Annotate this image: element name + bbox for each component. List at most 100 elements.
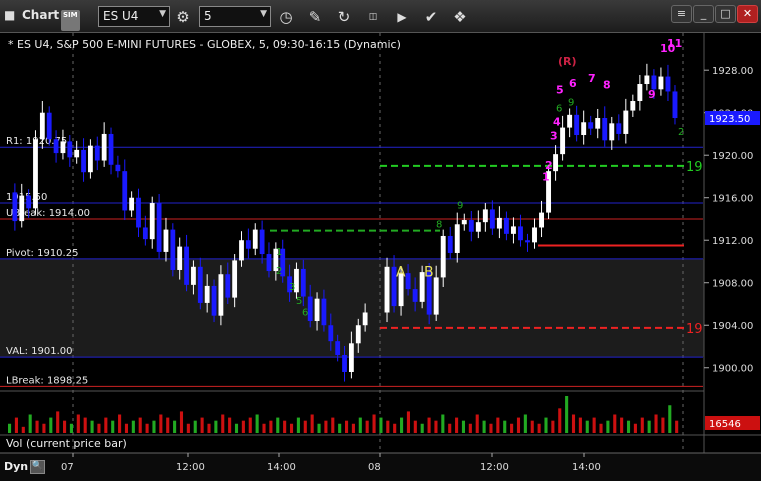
volume-label: Vol (current price bar)	[6, 437, 127, 450]
td-sequential-label: (R)	[558, 55, 577, 68]
title-bar: ■ Chart SIM ES U4 ▼ ⚙ 5 ▼ ◷ ✎ ↻ ◫ ▶ ✔ ❖ …	[0, 0, 761, 33]
interval-value: 5	[204, 9, 212, 23]
play-icon[interactable]: ▶	[391, 6, 413, 28]
volume-bar	[400, 417, 404, 433]
candle-body	[33, 139, 38, 209]
settings-gear-icon[interactable]: ⚙	[172, 6, 194, 28]
volume-bar	[49, 417, 53, 433]
candle-body	[342, 354, 347, 372]
volume-bar	[613, 414, 617, 433]
volume-bar	[14, 417, 18, 433]
last-volume-label: 16546	[709, 419, 741, 430]
candle-body	[252, 229, 258, 249]
volume-bar	[179, 411, 184, 433]
candle-body	[88, 145, 93, 173]
candle-body	[19, 195, 25, 222]
get-data-icon[interactable]: ◫	[362, 6, 384, 28]
menu-icon[interactable]: ≡	[671, 5, 692, 23]
volume-bar	[193, 420, 197, 433]
volume-bar	[324, 420, 328, 433]
volume-bar	[97, 423, 101, 433]
volume-bar	[42, 423, 46, 433]
volume-bar	[592, 417, 596, 433]
chevron-down-icon[interactable]: ▼	[260, 9, 267, 19]
volume-bar	[599, 423, 603, 433]
candle-body	[475, 222, 481, 232]
pencil-draw-icon[interactable]: ✎	[304, 6, 326, 28]
volume-bar	[186, 423, 190, 433]
volume-bar	[565, 396, 569, 433]
close-icon[interactable]: ✕	[737, 5, 758, 23]
candle-body	[177, 246, 183, 270]
candle-body	[510, 226, 516, 234]
candle-body	[623, 110, 629, 134]
volume-bar	[303, 420, 307, 433]
volume-bar	[145, 423, 149, 433]
price-tick-label: 1928.00	[712, 66, 753, 77]
tools-icon[interactable]: ❖	[449, 6, 471, 28]
volume-bar	[503, 420, 507, 433]
dyn-mode[interactable]: Dyn	[4, 460, 28, 473]
volume-bar	[138, 417, 142, 433]
candle-body	[454, 224, 460, 253]
volume-bar	[248, 417, 252, 433]
zoom-icon[interactable]: 🔍	[30, 460, 45, 474]
price-tick-label: 1908.00	[712, 279, 753, 290]
sim-badge: SIM	[61, 10, 80, 31]
td-sequential-label: 8	[436, 219, 442, 230]
candle-body	[616, 123, 622, 134]
price-chart[interactable]: R1: 1920.751915.50UBreak: 1914.00Pivot: …	[0, 33, 761, 481]
td-sequential-label: 6	[556, 104, 562, 115]
volume-bar	[69, 423, 73, 433]
volume-bar	[345, 420, 349, 433]
refresh-icon[interactable]: ↻	[333, 6, 355, 28]
volume-bar	[76, 414, 80, 433]
candle-body	[532, 227, 537, 243]
candle-body	[218, 274, 224, 316]
candle-body	[307, 296, 313, 321]
time-tick-label: 08	[368, 462, 381, 473]
td-sequential-label: 2	[678, 127, 684, 138]
check-icon[interactable]: ✔	[420, 6, 442, 28]
volume-bar	[317, 423, 321, 433]
level-count-label: 19	[686, 322, 703, 337]
volume-bar	[427, 417, 431, 433]
interval-input[interactable]: 5 ▼	[199, 6, 271, 27]
maximize-icon[interactable]: □	[715, 5, 736, 23]
td-sequential-label: 5	[556, 84, 564, 97]
volume-bar	[482, 420, 486, 433]
td-sequential-label: 11	[667, 37, 682, 50]
candle-body	[53, 139, 59, 154]
candle-body	[461, 220, 467, 225]
volume-bar	[393, 423, 397, 433]
volume-bar	[351, 423, 355, 433]
volume-bar	[675, 420, 679, 433]
price-tick-label: 1904.00	[712, 321, 753, 332]
candle-body	[665, 76, 671, 92]
pattern-annotation-label: B	[424, 264, 434, 280]
candle-body	[74, 149, 80, 158]
symbol-input[interactable]: ES U4 ▼	[98, 6, 170, 27]
price-tick-label: 1920.00	[712, 151, 753, 162]
candle-body	[266, 254, 272, 272]
minimize-icon[interactable]: _	[693, 5, 714, 23]
candle-body	[574, 114, 580, 136]
volume-bar	[289, 423, 294, 433]
candle-body	[184, 246, 189, 285]
candle-body	[232, 260, 238, 298]
chevron-down-icon[interactable]: ▼	[159, 9, 166, 19]
candle-body	[163, 229, 169, 252]
last-price-label: 1923.50	[709, 114, 750, 125]
candle-body	[447, 235, 453, 253]
clock-icon[interactable]: ◷	[275, 6, 297, 28]
candle-body	[468, 220, 474, 232]
volume-bar	[166, 417, 170, 433]
candle-body	[384, 266, 390, 313]
volume-bar	[661, 417, 665, 433]
volume-bar	[83, 417, 87, 433]
candle-body	[115, 164, 121, 172]
volume-bar	[640, 417, 644, 433]
volume-bar	[228, 417, 232, 433]
volume-bar	[620, 417, 624, 433]
volume-bar	[234, 423, 239, 433]
